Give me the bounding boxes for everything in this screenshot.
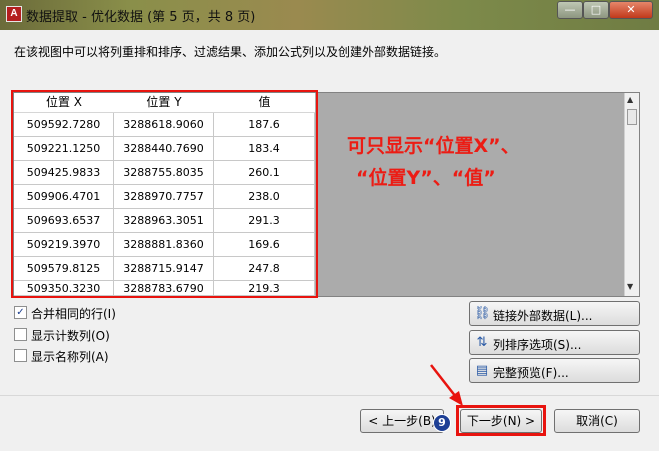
table-cell[interactable]: 3288755.8035 — [114, 161, 214, 185]
column-sort-options-label: 列排序选项(S)... — [493, 338, 582, 352]
next-button[interactable]: 下一步(N) > — [460, 409, 542, 433]
table-cell[interactable]: 291.3 — [214, 209, 315, 233]
merge-rows-label: 合并相同的行(I) — [31, 307, 116, 321]
name-column-checkbox[interactable] — [14, 349, 27, 362]
data-table[interactable]: 位置 X 位置 Y 值 509592.7280 3288618.9060 187… — [14, 93, 315, 296]
autocad-logo-icon: A — [6, 6, 22, 22]
scroll-thumb[interactable] — [627, 109, 637, 125]
column-header-value[interactable]: 值 — [214, 93, 315, 113]
title-bar: A 数据提取 - 优化数据 (第 5 页，共 8 页) — □ ✕ — [0, 0, 659, 30]
preview-icon: ▤ — [475, 363, 489, 378]
column-sort-options-button[interactable]: ⇅ 列排序选项(S)... — [469, 330, 640, 355]
table-cell[interactable]: 260.1 — [214, 161, 315, 185]
scroll-down-icon[interactable]: ▼ — [627, 282, 633, 291]
table-cell[interactable]: 183.4 — [214, 137, 315, 161]
cancel-button[interactable]: 取消(C) — [554, 409, 640, 433]
table-cell[interactable]: 219.3 — [214, 281, 315, 296]
table-cell[interactable]: 187.6 — [214, 113, 315, 137]
full-preview-label: 完整预览(F)... — [493, 366, 569, 380]
window-title: 数据提取 - 优化数据 (第 5 页，共 8 页) — [26, 10, 256, 25]
table-cell[interactable]: 3288970.7757 — [114, 185, 214, 209]
column-header-x[interactable]: 位置 X — [14, 93, 114, 113]
table-cell[interactable]: 509219.3970 — [14, 233, 114, 257]
scroll-up-icon[interactable]: ▲ — [627, 95, 633, 104]
pointer-arrow-icon — [430, 364, 463, 406]
table-cell[interactable]: 509592.7280 — [14, 113, 114, 137]
table-cell[interactable]: 3288783.6790 — [114, 281, 214, 296]
table-cell[interactable]: 169.6 — [214, 233, 315, 257]
link-external-data-label: 链接外部数据(L)... — [493, 309, 593, 323]
table-cell[interactable]: 509579.8125 — [14, 257, 114, 281]
vertical-scrollbar[interactable]: ▲ ▼ — [624, 93, 639, 296]
table-cell[interactable]: 247.8 — [214, 257, 315, 281]
table-cell[interactable]: 238.0 — [214, 185, 315, 209]
maximize-button[interactable]: □ — [583, 1, 609, 19]
table-cell[interactable]: 509906.4701 — [14, 185, 114, 209]
close-button[interactable]: ✕ — [609, 1, 653, 19]
full-preview-button[interactable]: ▤ 完整预览(F)... — [469, 358, 640, 383]
sort-icon: ⇅ — [476, 335, 488, 350]
annotation-line-2: “位置Y”、“值” — [356, 167, 496, 189]
table-cell[interactable]: 509350.3230 — [14, 281, 114, 296]
table-cell[interactable]: 3288715.9147 — [114, 257, 214, 281]
footer-divider — [0, 395, 659, 396]
minimize-button[interactable]: — — [557, 1, 583, 19]
merge-rows-checkbox[interactable]: ✓ — [14, 306, 27, 319]
table-cell[interactable]: 509425.9833 — [14, 161, 114, 185]
link-icon: ⛓ — [474, 306, 491, 321]
table-cell[interactable]: 3288963.3051 — [114, 209, 214, 233]
annotation-line-1: 可只显示“位置X”、 — [347, 135, 520, 157]
table-cell[interactable]: 509693.6537 — [14, 209, 114, 233]
count-column-checkbox[interactable] — [14, 328, 27, 341]
name-column-label: 显示名称列(A) — [31, 350, 109, 364]
page-description: 在该视图中可以将列重排和排序、过滤结果、添加公式列以及创建外部数据链接。 — [14, 45, 447, 59]
count-column-label: 显示计数列(O) — [31, 329, 110, 343]
table-cell[interactable]: 3288618.9060 — [114, 113, 214, 137]
step-number-badge: 9 — [433, 414, 451, 432]
table-cell[interactable]: 3288440.7690 — [114, 137, 214, 161]
back-button[interactable]: < 上一步(B) — [360, 409, 444, 433]
link-external-data-button[interactable]: ⛓ 链接外部数据(L)... — [469, 301, 640, 326]
table-cell[interactable]: 509221.1250 — [14, 137, 114, 161]
column-header-y[interactable]: 位置 Y — [114, 93, 214, 113]
table-cell[interactable]: 3288881.8360 — [114, 233, 214, 257]
